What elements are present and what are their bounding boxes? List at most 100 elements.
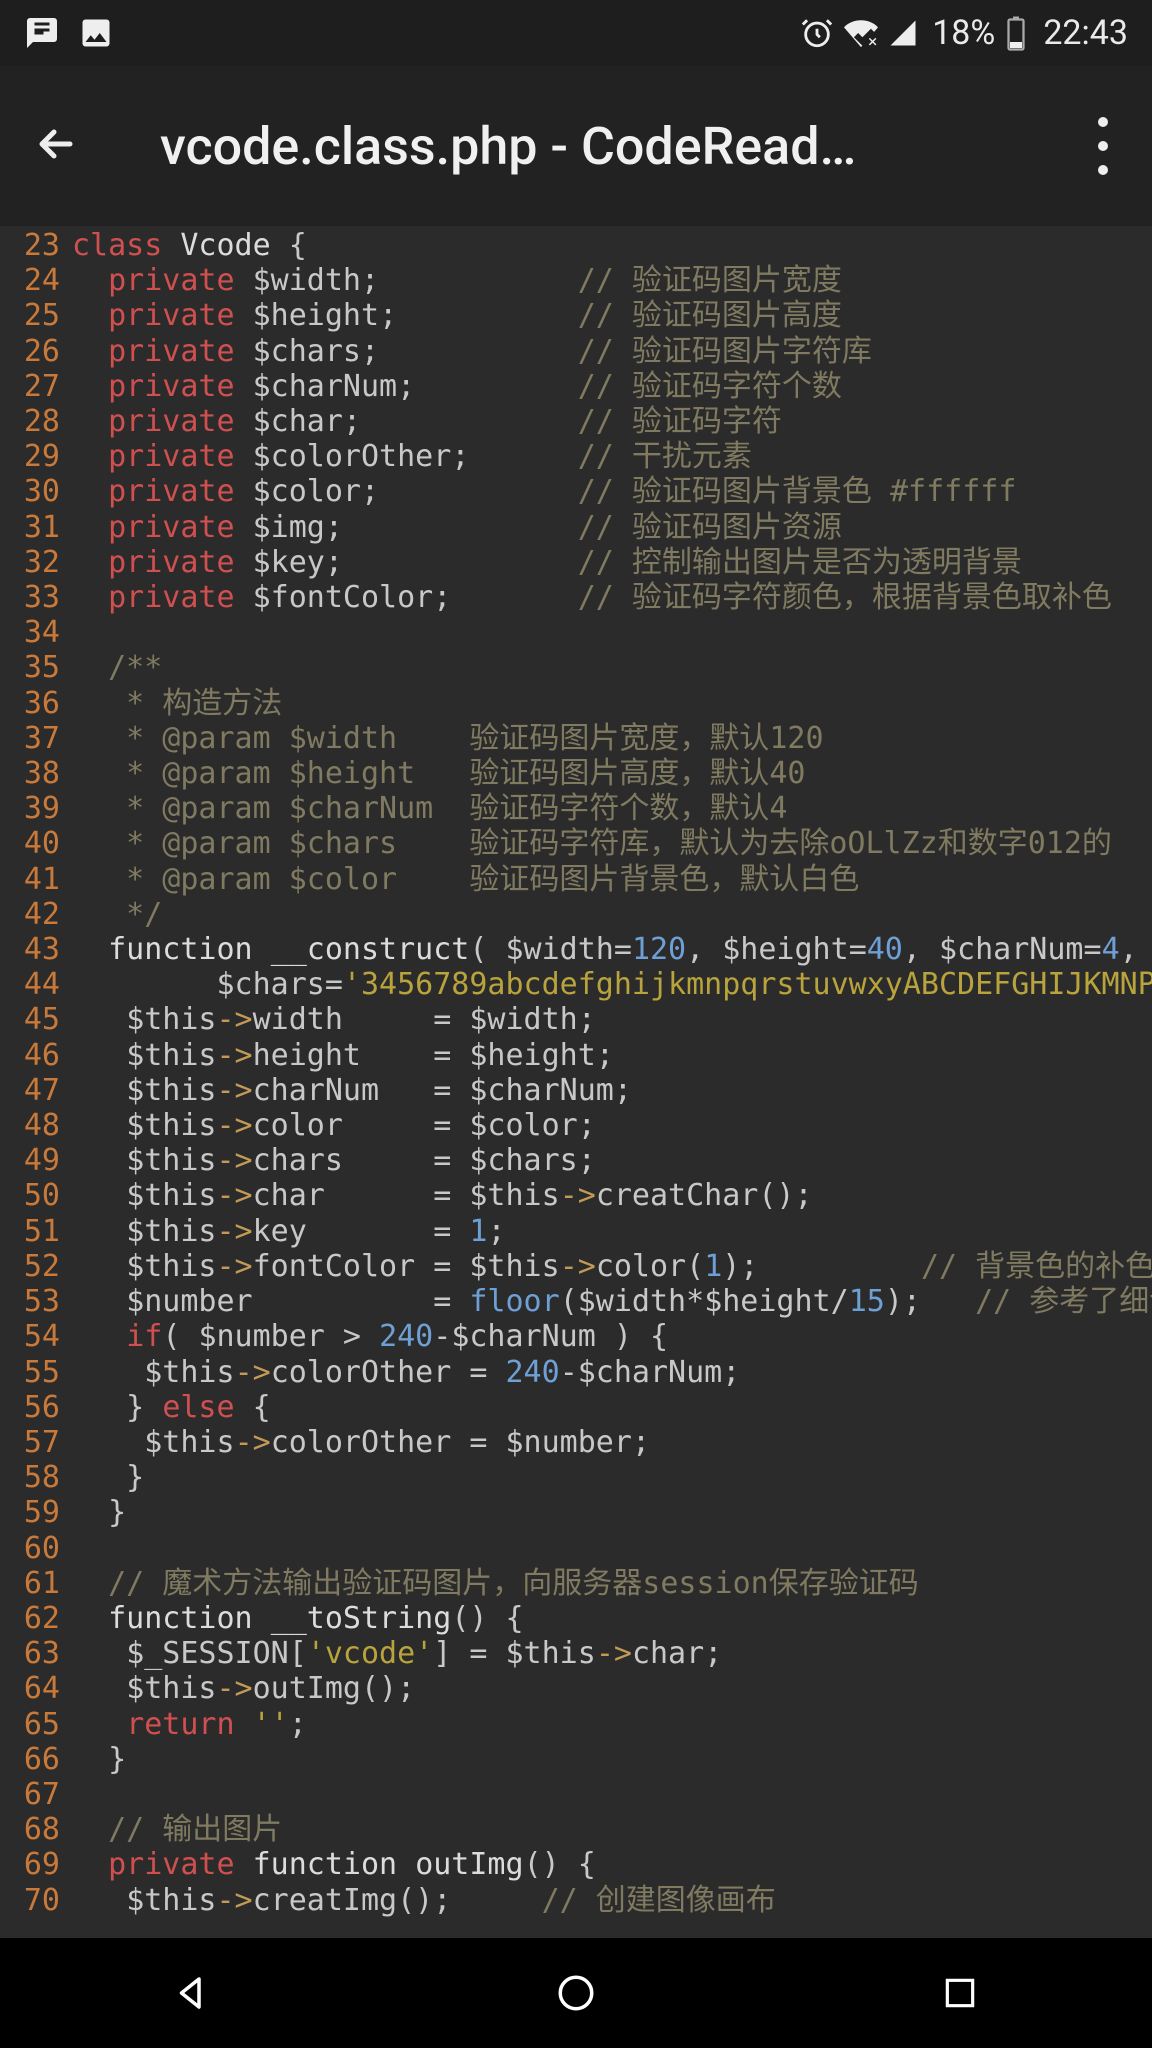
nav-back-button[interactable] [164, 1965, 220, 2021]
line-content[interactable]: } else { [72, 1390, 1152, 1425]
line-content[interactable]: private function outImg() { [72, 1847, 1152, 1882]
code-line[interactable]: 41 * @param $color 验证码图片背景色，默认白色 [0, 862, 1152, 897]
code-line[interactable]: 70 $this->creatImg(); // 创建图像画布 [0, 1883, 1152, 1918]
line-content[interactable]: $this->char = $this->creatChar(); [72, 1178, 1152, 1213]
code-line[interactable]: 58 } [0, 1460, 1152, 1495]
code-line[interactable]: 64 $this->outImg(); [0, 1671, 1152, 1706]
code-line[interactable]: 42 */ [0, 897, 1152, 932]
code-line[interactable]: 45 $this->width = $width; [0, 1002, 1152, 1037]
line-content[interactable]: $this->creatImg(); // 创建图像画布 [72, 1883, 1152, 1918]
code-line[interactable]: 34 [0, 615, 1152, 650]
code-line[interactable]: 55 $this->colorOther = 240-$charNum; [0, 1355, 1152, 1390]
code-line[interactable]: 53 $number = floor($width*$height/15); /… [0, 1284, 1152, 1319]
more-menu-button[interactable] [1078, 109, 1128, 183]
line-content[interactable]: // 魔术方法输出验证码图片，向服务器session保存验证码 [72, 1566, 1152, 1601]
code-line[interactable]: 68 // 输出图片 [0, 1812, 1152, 1847]
code-line[interactable]: 25 private $height; // 验证码图片高度 [0, 298, 1152, 333]
line-number: 55 [0, 1355, 72, 1390]
code-line[interactable]: 46 $this->height = $height; [0, 1038, 1152, 1073]
line-content[interactable]: $this->outImg(); [72, 1671, 1152, 1706]
code-line[interactable]: 63 $_SESSION['vcode'] = $this->char; [0, 1636, 1152, 1671]
line-content[interactable]: $_SESSION['vcode'] = $this->char; [72, 1636, 1152, 1671]
code-line[interactable]: 32 private $key; // 控制输出图片是否为透明背景 [0, 545, 1152, 580]
line-content[interactable]: $this->width = $width; [72, 1002, 1152, 1037]
line-content[interactable]: * @param $chars 验证码字符库，默认为去除oOLlZz和数字012… [72, 826, 1152, 861]
line-content[interactable]: private $fontColor; // 验证码字符颜色，根据背景色取补色 [72, 580, 1152, 615]
line-content[interactable]: function __construct( $width=120, $heigh… [72, 932, 1152, 967]
line-content[interactable]: $number = floor($width*$height/15); // 参… [72, 1284, 1152, 1319]
code-line[interactable]: 43 function __construct( $width=120, $he… [0, 932, 1152, 967]
nav-home-button[interactable] [548, 1965, 604, 2021]
line-content[interactable]: $chars='3456789abcdefghijkmnpqrstuvwxyAB… [72, 967, 1152, 1002]
code-line[interactable]: 49 $this->chars = $chars; [0, 1143, 1152, 1178]
code-line[interactable]: 59 } [0, 1495, 1152, 1530]
code-line[interactable]: 40 * @param $chars 验证码字符库，默认为去除oOLlZz和数字… [0, 826, 1152, 861]
line-content[interactable]: private $char; // 验证码字符 [72, 404, 1152, 439]
code-line[interactable]: 60 [0, 1531, 1152, 1566]
line-content[interactable]: $this->fontColor = $this->color(1); // 背… [72, 1249, 1152, 1284]
code-line[interactable]: 61 // 魔术方法输出验证码图片，向服务器session保存验证码 [0, 1566, 1152, 1601]
code-line[interactable]: 67 [0, 1777, 1152, 1812]
line-content[interactable]: private $width; // 验证码图片宽度 [72, 263, 1152, 298]
line-content[interactable]: } [72, 1460, 1152, 1495]
line-content[interactable]: class Vcode { [72, 228, 1152, 263]
code-editor[interactable]: 23class Vcode {24 private $width; // 验证码… [0, 226, 1152, 1918]
code-line[interactable]: 65 return ''; [0, 1707, 1152, 1742]
line-content[interactable]: return ''; [72, 1707, 1152, 1742]
code-line[interactable]: 33 private $fontColor; // 验证码字符颜色，根据背景色取… [0, 580, 1152, 615]
line-content[interactable]: * @param $height 验证码图片高度，默认40 [72, 756, 1152, 791]
line-content[interactable]: * @param $width 验证码图片宽度，默认120 [72, 721, 1152, 756]
line-content[interactable]: $this->color = $color; [72, 1108, 1152, 1143]
line-content[interactable]: private $colorOther; // 干扰元素 [72, 439, 1152, 474]
line-content[interactable]: * 构造方法 [72, 686, 1152, 721]
code-line[interactable]: 30 private $color; // 验证码图片背景色 #ffffff [0, 474, 1152, 509]
code-line[interactable]: 36 * 构造方法 [0, 686, 1152, 721]
line-content[interactable]: $this->colorOther = 240-$charNum; [72, 1355, 1152, 1390]
line-content[interactable]: private $color; // 验证码图片背景色 #ffffff [72, 474, 1152, 509]
code-line[interactable]: 47 $this->charNum = $charNum; [0, 1073, 1152, 1108]
code-line[interactable]: 44 $chars='3456789abcdefghijkmnpqrstuvwx… [0, 967, 1152, 1002]
code-line[interactable]: 66 } [0, 1742, 1152, 1777]
code-line[interactable]: 35 /** [0, 650, 1152, 685]
line-content[interactable]: if( $number > 240-$charNum ) { [72, 1319, 1152, 1354]
code-line[interactable]: 29 private $colorOther; // 干扰元素 [0, 439, 1152, 474]
code-line[interactable]: 56 } else { [0, 1390, 1152, 1425]
code-line[interactable]: 27 private $charNum; // 验证码字符个数 [0, 369, 1152, 404]
back-button[interactable] [24, 112, 88, 180]
line-content[interactable]: private $img; // 验证码图片资源 [72, 510, 1152, 545]
code-line[interactable]: 62 function __toString() { [0, 1601, 1152, 1636]
line-content[interactable]: /** [72, 650, 1152, 685]
line-content[interactable]: private $key; // 控制输出图片是否为透明背景 [72, 545, 1152, 580]
code-line[interactable]: 24 private $width; // 验证码图片宽度 [0, 263, 1152, 298]
line-content[interactable]: $this->chars = $chars; [72, 1143, 1152, 1178]
code-line[interactable]: 37 * @param $width 验证码图片宽度，默认120 [0, 721, 1152, 756]
code-line[interactable]: 57 $this->colorOther = $number; [0, 1425, 1152, 1460]
line-content[interactable]: * @param $color 验证码图片背景色，默认白色 [72, 862, 1152, 897]
line-content[interactable]: * @param $charNum 验证码字符个数，默认4 [72, 791, 1152, 826]
nav-recent-button[interactable] [932, 1965, 988, 2021]
line-content[interactable]: // 输出图片 [72, 1812, 1152, 1847]
code-line[interactable]: 69 private function outImg() { [0, 1847, 1152, 1882]
code-line[interactable]: 51 $this->key = 1; [0, 1214, 1152, 1249]
code-line[interactable]: 26 private $chars; // 验证码图片字符库 [0, 334, 1152, 369]
line-content[interactable]: private $height; // 验证码图片高度 [72, 298, 1152, 333]
code-line[interactable]: 54 if( $number > 240-$charNum ) { [0, 1319, 1152, 1354]
line-content[interactable]: $this->height = $height; [72, 1038, 1152, 1073]
code-line[interactable]: 50 $this->char = $this->creatChar(); [0, 1178, 1152, 1213]
code-line[interactable]: 48 $this->color = $color; [0, 1108, 1152, 1143]
line-content[interactable]: private $charNum; // 验证码字符个数 [72, 369, 1152, 404]
line-content[interactable]: $this->charNum = $charNum; [72, 1073, 1152, 1108]
code-line[interactable]: 28 private $char; // 验证码字符 [0, 404, 1152, 439]
line-content[interactable]: $this->key = 1; [72, 1214, 1152, 1249]
line-content[interactable]: } [72, 1495, 1152, 1530]
code-line[interactable]: 52 $this->fontColor = $this->color(1); /… [0, 1249, 1152, 1284]
code-line[interactable]: 38 * @param $height 验证码图片高度，默认40 [0, 756, 1152, 791]
line-content[interactable]: function __toString() { [72, 1601, 1152, 1636]
code-line[interactable]: 31 private $img; // 验证码图片资源 [0, 510, 1152, 545]
code-line[interactable]: 39 * @param $charNum 验证码字符个数，默认4 [0, 791, 1152, 826]
line-content[interactable]: private $chars; // 验证码图片字符库 [72, 334, 1152, 369]
line-content[interactable]: } [72, 1742, 1152, 1777]
line-content[interactable]: */ [72, 897, 1152, 932]
code-line[interactable]: 23class Vcode { [0, 228, 1152, 263]
line-content[interactable]: $this->colorOther = $number; [72, 1425, 1152, 1460]
